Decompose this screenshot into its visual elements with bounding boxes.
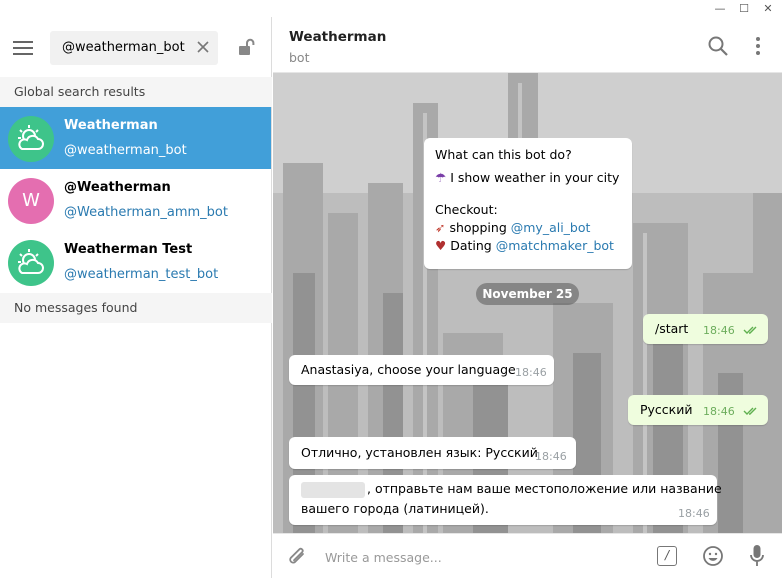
date-separator: November 25 [476,283,579,305]
intro-dating: ♥ Dating @matchmaker_bot [435,237,621,255]
shopping-label: shopping [449,220,507,235]
message-text: , отправьте нам ваше местоположение или … [367,481,722,496]
search-result-weatherman-amm[interactable]: W @Weatherman @Weatherman_amm_bot [0,169,271,231]
chat-header: Weatherman bot [273,17,782,73]
sidebar: Global search results Weatherman @weathe… [0,17,272,578]
heels-icon: ♥ [435,238,447,253]
avatar [8,240,54,286]
weather-cloud-sun-icon [18,125,44,150]
rocket-icon: ➶ [435,220,446,235]
double-check-icon [743,326,757,334]
message-time: 18:46 [703,324,735,337]
avatar-letter: W [22,190,40,211]
redacted-name [301,482,365,498]
window-titlebar: — ☐ ✕ [0,0,782,17]
minimize-button[interactable]: — [710,0,730,17]
more-vertical-icon[interactable] [751,35,765,57]
chat-area[interactable]: What can this bot do? ☂ I show weather i… [273,73,782,533]
no-messages-label: No messages found [0,293,272,323]
intro-heading: What can this bot do? [435,147,572,162]
paperclip-icon[interactable] [287,545,309,569]
chat-subtitle: bot [289,50,310,65]
clear-search-icon[interactable] [195,39,211,55]
unlock-icon[interactable] [236,37,256,57]
double-check-icon [743,407,757,415]
result-username: @weatherman_bot [64,143,187,158]
search-icon[interactable] [707,35,729,57]
search-result-weatherman[interactable]: Weatherman @weatherman_bot [0,107,271,169]
umbrella-icon: ☂ [435,170,447,185]
message-time: 18:46 [535,450,567,463]
message-text: /start [655,321,689,336]
message-input[interactable] [325,544,645,570]
intro-checkout: Checkout: [435,202,498,217]
intro-shopping: ➶ shopping @my_ali_bot [435,219,621,237]
search-input[interactable] [62,31,192,65]
close-window-button[interactable]: ✕ [758,0,778,17]
message-time: 18:46 [515,366,547,379]
global-search-header: Global search results [0,77,272,107]
message-time: 18:46 [703,405,735,418]
search-bar [0,17,272,77]
message-text: Русский [640,402,693,417]
dating-label: Dating [450,238,492,253]
message-outgoing[interactable]: /start 18:46 [643,314,768,344]
message-incoming[interactable]: , отправьте нам ваше местоположение или … [289,475,722,525]
emoji-icon[interactable] [702,545,724,567]
result-username: @Weatherman_amm_bot [64,205,228,220]
message-incoming[interactable]: Anastasiya, choose your language 18:46 [289,355,554,385]
search-result-weatherman-test[interactable]: Weatherman Test @weatherman_test_bot [0,231,271,293]
shopping-link[interactable]: @my_ali_bot [511,220,591,235]
message-text: Anastasiya, choose your language [301,362,516,377]
message-incoming[interactable]: Отлично, установлен язык: Русский 18:46 [289,437,576,469]
message-outgoing[interactable]: Русский 18:46 [628,395,768,425]
bot-command-icon[interactable]: / [657,546,677,566]
result-name: Weatherman [64,118,158,133]
message-composer: / [273,533,782,578]
menu-icon[interactable] [13,41,33,55]
chat-title[interactable]: Weatherman [289,29,386,45]
message-text: Отлично, установлен язык: Русский [301,445,538,460]
avatar [8,116,54,162]
weather-cloud-sun-icon [18,249,44,274]
message-text-line2: вашего города (латиницей). [301,501,489,516]
result-name: @Weatherman [64,180,171,195]
intro-line-text: I show weather in your city [450,170,620,185]
result-name: Weatherman Test [64,242,193,257]
search-box [50,31,218,65]
maximize-button[interactable]: ☐ [734,0,754,17]
dating-link[interactable]: @matchmaker_bot [496,238,614,253]
microphone-icon[interactable] [749,544,765,568]
result-username: @weatherman_test_bot [64,267,219,282]
bot-intro-card: What can this bot do? ☂ I show weather i… [424,138,632,269]
intro-line: ☂ I show weather in your city [435,169,621,187]
message-time: 18:46 [678,507,710,520]
chat-panel: Weatherman bot What can this bot do? ☂ I… [273,17,782,578]
avatar: W [8,178,54,224]
